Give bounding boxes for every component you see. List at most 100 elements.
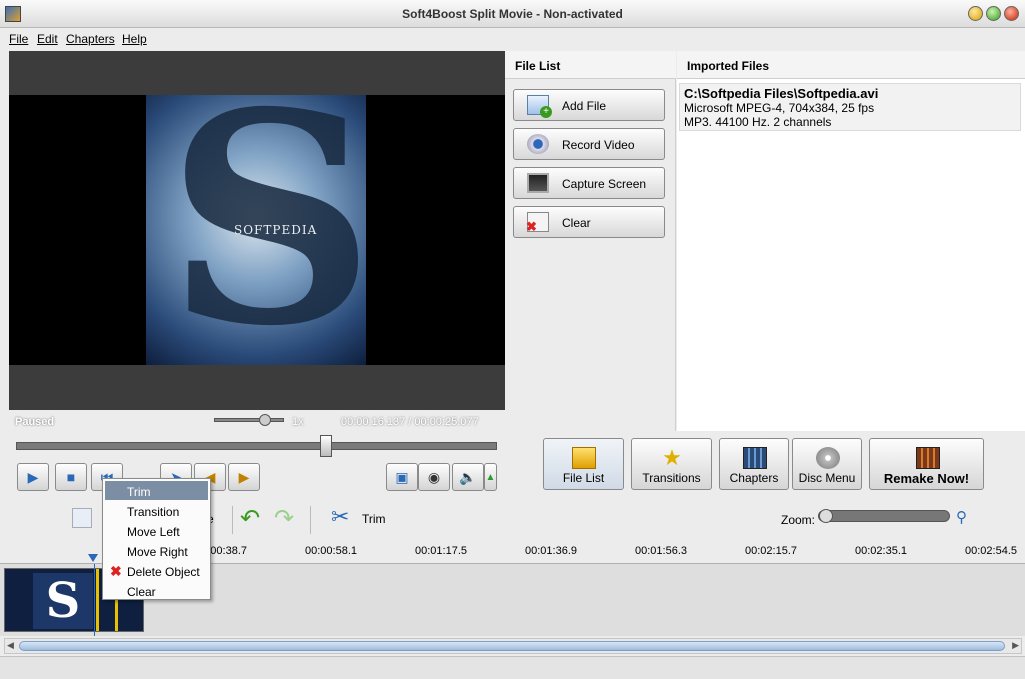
scrollbar-thumb[interactable]: [19, 641, 1005, 651]
timeline-scrollbar[interactable]: ◀ ▶: [4, 638, 1022, 654]
stop-icon: ■: [66, 469, 76, 485]
delete-icon: ✖: [110, 563, 122, 579]
context-menu: Trim Transition Move Left Move Right ✖ D…: [102, 478, 211, 600]
tab-transitions[interactable]: ★ Transitions: [631, 438, 712, 490]
ruler-tick-label: 00:01:56.3: [635, 545, 687, 557]
zoom-label: Zoom:: [781, 513, 816, 527]
playhead-marker[interactable]: [88, 554, 98, 562]
status-bar: [0, 656, 1025, 679]
mark-out-icon: ▶: [238, 468, 250, 485]
speed-slider-thumb[interactable]: [259, 414, 271, 426]
clear-files-label: Clear: [562, 216, 591, 230]
star-icon: ★: [662, 445, 682, 470]
video-frame: S SOFTPEDIA: [9, 95, 505, 365]
tab-chapters[interactable]: Chapters: [719, 438, 789, 490]
ctx-trim[interactable]: Trim: [105, 481, 208, 500]
ruler-tick-label: 00:01:17.5: [415, 545, 467, 557]
tab-file-list[interactable]: File List: [543, 438, 624, 490]
seek-bar[interactable]: [16, 442, 497, 450]
split-icon[interactable]: [72, 508, 92, 528]
folder-icon: [572, 447, 596, 469]
clear-files-button[interactable]: ✖ Clear: [513, 206, 665, 238]
window-title: Soft4Boost Split Movie - Non-activated: [402, 7, 623, 21]
remake-now-label: Remake Now!: [883, 471, 970, 486]
tab-chapters-label: Chapters: [729, 471, 779, 485]
speed-slider-track[interactable]: [214, 418, 284, 422]
disc-icon: [816, 447, 840, 469]
menu-help[interactable]: Help: [122, 32, 147, 46]
trim-label[interactable]: Trim: [362, 512, 386, 526]
playback-state: Paused: [15, 416, 55, 428]
scissors-icon[interactable]: ✂: [331, 504, 349, 530]
ruler-tick-label: 00:02:15.7: [745, 545, 797, 557]
volume-button[interactable]: 🔈: [452, 463, 484, 491]
scroll-right-icon[interactable]: ▶: [1012, 640, 1019, 651]
video-preview[interactable]: S SOFTPEDIA: [9, 51, 505, 410]
ctx-move-right[interactable]: Move Right: [105, 541, 208, 560]
tab-disc-menu[interactable]: Disc Menu: [792, 438, 862, 490]
menu-file[interactable]: File: [9, 32, 28, 46]
monitor-icon: [527, 173, 549, 193]
imported-files-panel: C:\Softpedia Files\Softpedia.avi Microso…: [677, 79, 1025, 431]
fullscreen-button[interactable]: ▣: [386, 463, 418, 491]
split-marker[interactable]: [96, 569, 99, 631]
tab-disc-menu-label: Disc Menu: [798, 471, 856, 485]
webcam-icon: [527, 134, 549, 154]
volume-up-button[interactable]: ▲: [484, 463, 497, 491]
scroll-left-icon[interactable]: ◀: [7, 640, 14, 651]
file-list-header: File List: [505, 51, 676, 79]
menu-edit[interactable]: Edit: [37, 32, 58, 46]
triangle-up-icon: ▲: [485, 471, 496, 483]
add-file-button[interactable]: + Add File: [513, 89, 665, 121]
capture-screen-label: Capture Screen: [562, 177, 647, 191]
redo-icon[interactable]: ↷: [274, 504, 294, 533]
clear-icon: ✖: [526, 212, 549, 234]
time-readout: 00:00:16.137 / 00:00:25.077: [341, 416, 479, 428]
ctx-clear[interactable]: Clear: [105, 581, 208, 600]
film-strip-icon: [743, 447, 767, 469]
capture-screen-button[interactable]: Capture Screen: [513, 167, 665, 199]
record-video-label: Record Video: [562, 138, 635, 152]
zoom-slider-track[interactable]: [818, 510, 950, 522]
playback-status: Paused 1x 00:00:16.137 / 00:00:25.077: [9, 414, 505, 430]
ctx-move-left[interactable]: Move Left: [105, 521, 208, 540]
ctx-transition[interactable]: Transition: [105, 501, 208, 520]
film-reel-icon: [916, 447, 940, 469]
imported-files-header: Imported Files: [677, 51, 1025, 79]
ruler-tick-label: 00:02:54.5: [965, 545, 1017, 557]
play-icon: ▶: [27, 468, 39, 485]
playhead-line: [94, 564, 95, 636]
speaker-icon: 🔈: [459, 468, 477, 485]
maximize-button[interactable]: [986, 6, 1001, 21]
zoom-slider-thumb[interactable]: [819, 509, 833, 523]
seek-thumb[interactable]: [320, 435, 332, 457]
snapshot-button[interactable]: ◉: [418, 463, 450, 491]
close-button[interactable]: [1004, 6, 1019, 21]
add-file-icon: +: [527, 95, 552, 118]
menu-chapters[interactable]: Chapters: [66, 32, 115, 46]
mark-out-button[interactable]: ▶: [228, 463, 260, 491]
imported-file-path: C:\Softpedia Files\Softpedia.avi: [684, 86, 879, 101]
record-video-button[interactable]: Record Video: [513, 128, 665, 160]
ruler-tick-label: 00:00:58.1: [305, 545, 357, 557]
imported-file-video-info: Microsoft MPEG-4, 704x384, 25 fps: [684, 101, 875, 115]
stop-button[interactable]: ■: [55, 463, 87, 491]
minimize-button[interactable]: [968, 6, 983, 21]
undo-icon[interactable]: ↶: [240, 504, 260, 533]
magnifier-icon[interactable]: ⚲: [956, 508, 967, 526]
imported-file-entry[interactable]: C:\Softpedia Files\Softpedia.avi Microso…: [679, 83, 1021, 131]
ruler-tick-label: 00:01:36.9: [525, 545, 577, 557]
speed-value: 1x: [292, 416, 304, 428]
title-bar: Soft4Boost Split Movie - Non-activated: [0, 0, 1025, 28]
ctx-delete-label: Delete Object: [127, 565, 200, 579]
camera-icon: ◉: [427, 468, 441, 485]
imported-file-audio-info: MP3. 44100 Hz. 2 channels: [684, 115, 832, 129]
file-list-panel: + Add File Record Video Capture Screen ✖…: [505, 79, 676, 431]
tab-transitions-label: Transitions: [642, 471, 701, 485]
video-still: S SOFTPEDIA: [146, 95, 366, 365]
ctx-delete-object[interactable]: ✖ Delete Object: [105, 561, 208, 580]
divider: [232, 506, 233, 534]
divider: [310, 506, 311, 534]
remake-now-button[interactable]: Remake Now!: [869, 438, 984, 490]
play-button[interactable]: ▶: [17, 463, 49, 491]
